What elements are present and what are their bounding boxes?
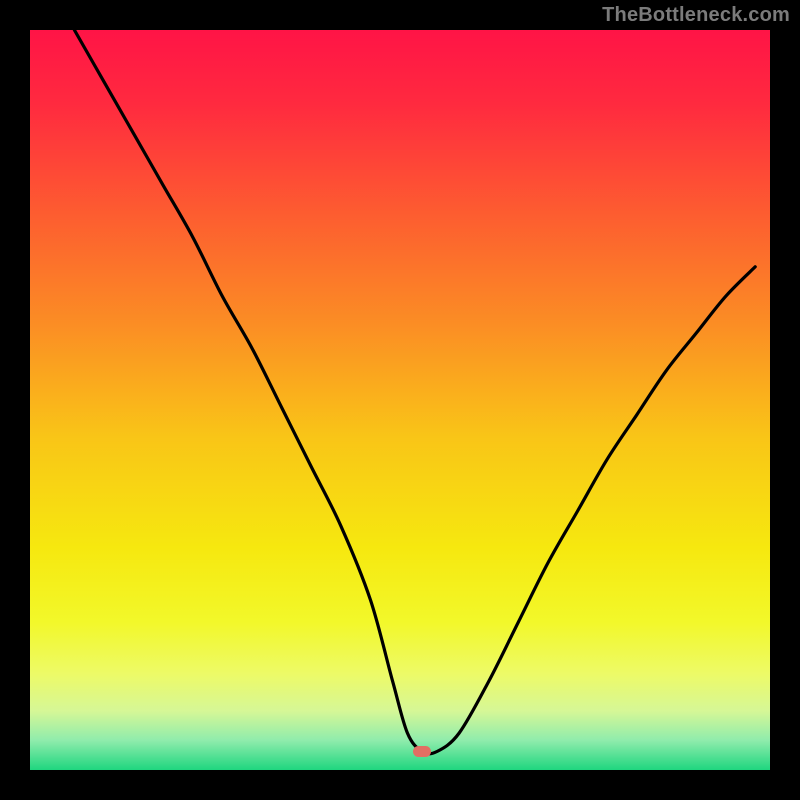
optimal-point-marker bbox=[413, 746, 431, 757]
bottleneck-curve bbox=[30, 30, 770, 770]
watermark-text: TheBottleneck.com bbox=[602, 4, 790, 27]
plot-area bbox=[30, 30, 770, 770]
chart-frame: TheBottleneck.com bbox=[0, 0, 800, 800]
